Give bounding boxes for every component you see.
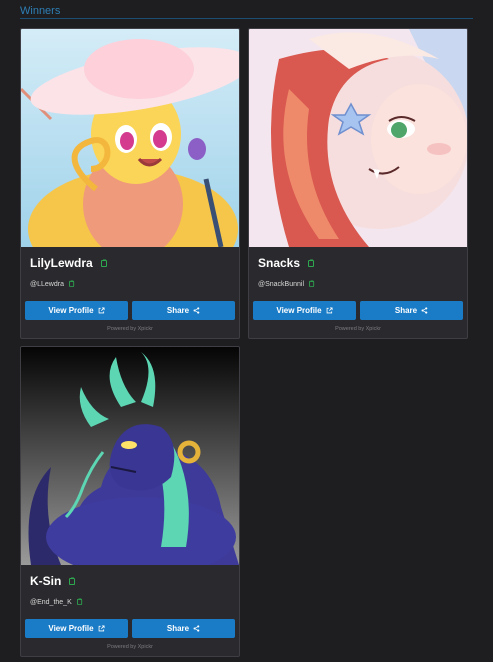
winner-name-row: Snacks — [258, 256, 315, 270]
powered-by-text: Powered by Xpickr — [107, 644, 153, 650]
copy-icon[interactable] — [68, 280, 76, 288]
external-link-icon — [98, 625, 105, 632]
external-link-icon — [326, 307, 333, 314]
share-icon — [193, 307, 200, 314]
winner-handle-row: @End_the_K — [30, 598, 84, 606]
winner-handle-row: @SnackBunnil — [258, 280, 316, 288]
view-profile-button[interactable]: View Profile — [25, 619, 128, 638]
winner-handle-row: @LLewdra — [30, 280, 76, 288]
winner-name-row: K-Sin — [30, 574, 76, 588]
share-label: Share — [166, 624, 190, 633]
external-link-icon — [98, 307, 105, 314]
winner-card: LilyLewdra @LLewdra View Profile Share P… — [20, 28, 240, 339]
view-profile-label: View Profile — [48, 624, 94, 633]
winner-artwork[interactable] — [21, 29, 239, 247]
view-profile-button[interactable]: View Profile — [25, 301, 128, 320]
powered-by-text: Powered by Xpickr — [335, 326, 381, 332]
winner-handle: @SnackBunnil — [258, 280, 305, 288]
copy-icon[interactable] — [309, 280, 316, 288]
share-label: Share — [394, 306, 418, 315]
winner-name: LilyLewdra — [30, 256, 93, 270]
share-button[interactable]: Share — [132, 619, 235, 638]
share-button[interactable]: Share — [360, 301, 463, 320]
share-icon — [193, 625, 200, 632]
winner-card: Snacks @SnackBunnil View Profile Share P… — [248, 28, 468, 339]
copy-icon[interactable] — [69, 577, 76, 585]
share-button[interactable]: Share — [132, 301, 235, 320]
winner-name: K-Sin — [30, 574, 62, 588]
section-divider — [20, 18, 473, 19]
copy-icon[interactable] — [100, 259, 108, 267]
winner-handle: @LLewdra — [30, 280, 64, 288]
winner-card: K-Sin @End_the_K View Profile Share Powe… — [20, 346, 240, 657]
share-label: Share — [166, 306, 190, 315]
winner-artwork[interactable] — [249, 29, 467, 247]
winner-name-row: LilyLewdra — [30, 256, 108, 270]
section-title: Winners — [20, 5, 61, 17]
winner-handle: @End_the_K — [30, 598, 72, 606]
copy-icon[interactable] — [308, 259, 315, 267]
winner-name: Snacks — [258, 256, 301, 270]
view-profile-label: View Profile — [276, 306, 322, 315]
view-profile-button[interactable]: View Profile — [253, 301, 356, 320]
view-profile-label: View Profile — [48, 306, 94, 315]
winner-artwork[interactable] — [21, 347, 239, 565]
copy-icon[interactable] — [76, 598, 84, 606]
powered-by-text: Powered by Xpickr — [107, 326, 153, 332]
share-icon — [421, 307, 428, 314]
